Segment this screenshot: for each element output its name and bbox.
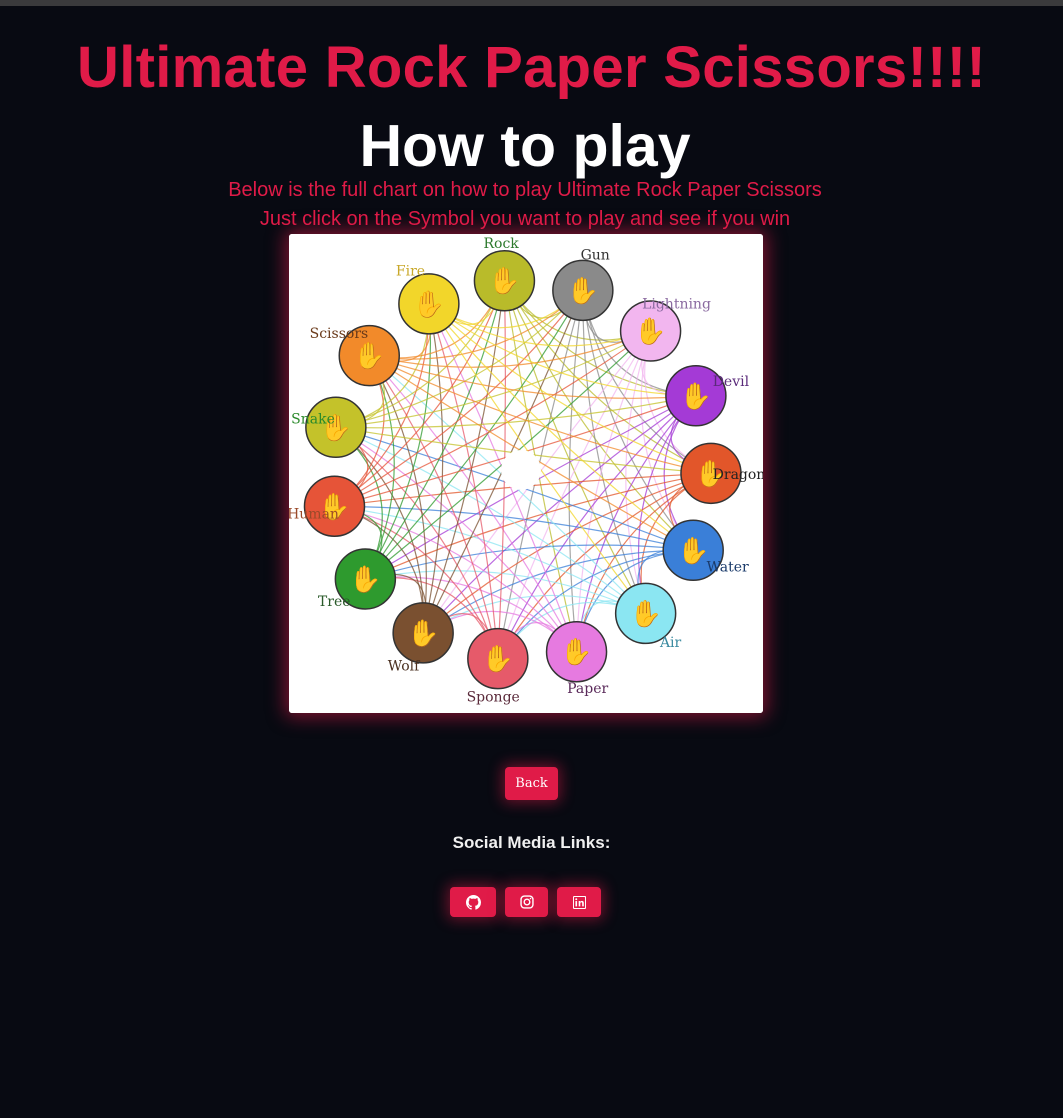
instructions-line-1: Below is the full chart on how to play U… [228,179,822,201]
how-to-play-heading: How to play [359,113,691,179]
back-button[interactable]: Back [505,767,558,800]
hand-gesture-icon: ✋ [677,535,709,565]
symbol-label: Fire [396,264,425,280]
instagram-button[interactable] [505,887,548,917]
symbol-label: Scissors [310,326,369,342]
instructions-line-2: Just click on the Symbol you want to pla… [259,208,791,230]
symbol-label: Rock [483,236,519,252]
symbol-label: Devil [713,374,750,390]
github-button[interactable] [450,887,496,917]
rules-chart-image: ✋ Rock ✋ Gun ✋ Lightning ✋ Devil ✋ Dragon ✋ Water ✋ A… [289,234,763,713]
symbol-label: Snake [291,412,335,428]
symbol-sponge[interactable]: ✋ Sponge [467,627,529,706]
symbol-label: Human [289,507,339,523]
symbol-label: Air [659,635,682,651]
symbol-label: Lightning [642,296,711,312]
hand-gesture-icon: ✋ [353,341,385,371]
symbol-label: Wolf [388,658,421,674]
linkedin-button[interactable] [557,887,601,917]
page-title: Ultimate Rock Paper Scissors!!!! [77,35,986,100]
social-media-heading: Social Media Links: [452,833,611,852]
rules-chart-diagram: ✋Rock✋Gun✋Lightning✋ Devil✋Dragon✋Water✋A… [289,234,763,713]
hand-gesture-icon: ✋ [407,618,439,648]
hand-gesture-icon: ✋ [482,644,514,674]
hand-gesture-icon: ✋ [349,564,381,594]
hand-gesture-icon: ✋ [680,381,712,411]
hand-gesture-icon: ✋ [413,289,445,319]
symbol-label: Dragon [713,467,763,483]
hand-gesture-icon: ✋ [567,275,599,305]
hand-gesture-icon: ✋ [634,316,666,346]
symbol-label: Water [707,559,749,575]
symbol-label: Sponge [467,689,520,705]
hand-gesture-icon: ✋ [629,598,661,628]
instagram-icon [519,895,534,909]
github-icon [465,894,481,910]
page: Ultimate Rock Paper Scissors!!!! How to … [0,0,1063,1118]
hand-gesture-icon: ✋ [560,637,592,667]
symbol-label: Tree [318,594,351,610]
linkedin-icon [572,895,586,909]
symbol-label: Gun [581,247,610,263]
hand-gesture-icon: ✋ [488,266,520,296]
symbol-label: Paper [567,681,608,697]
